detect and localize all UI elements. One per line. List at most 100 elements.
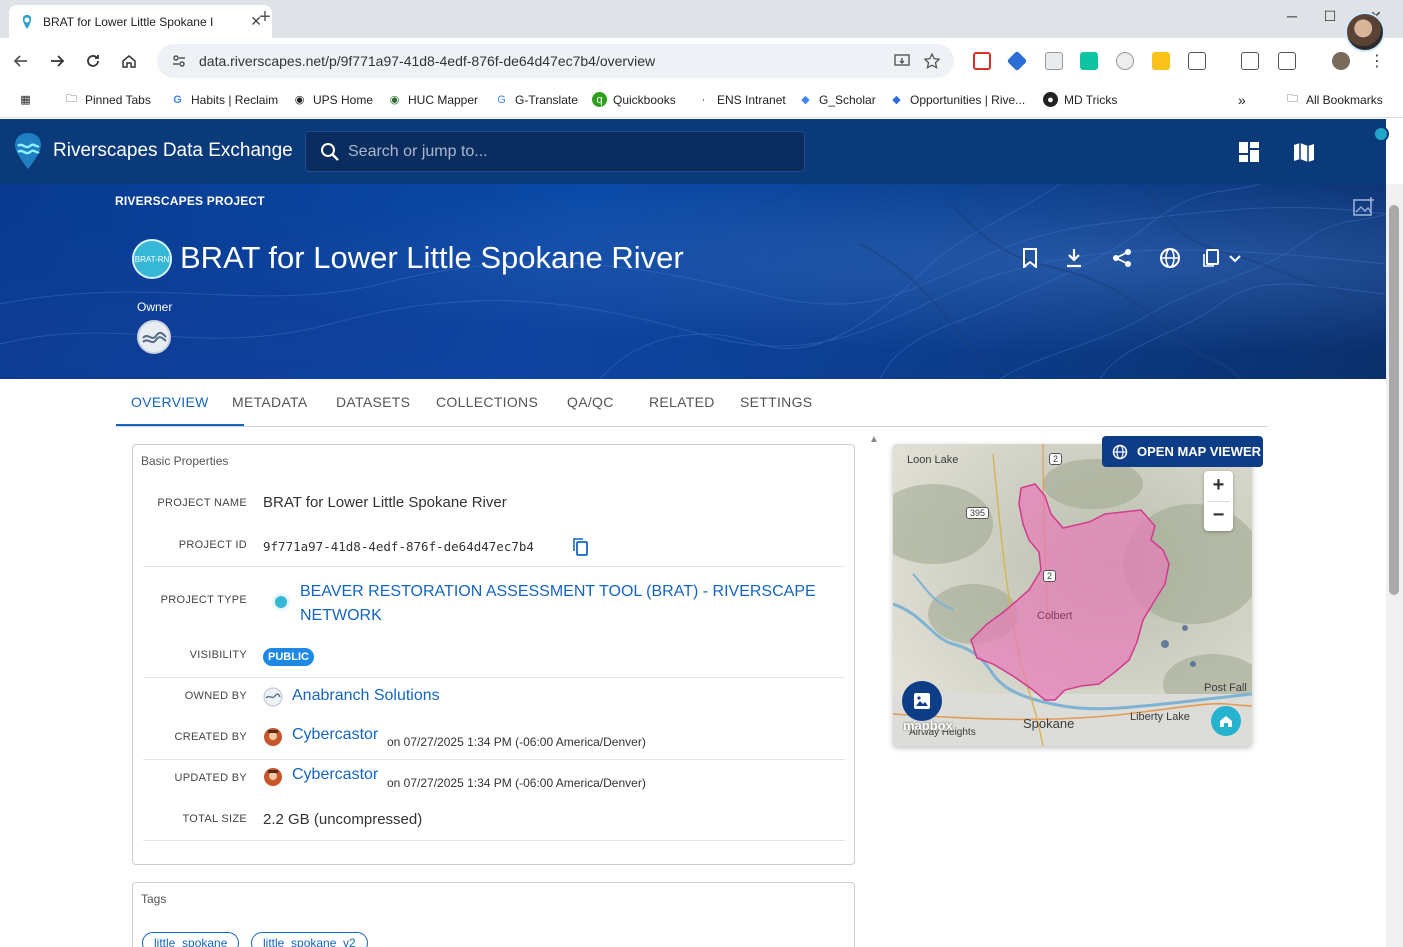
globe-icon: ◉ bbox=[294, 94, 305, 106]
project-map[interactable]: Loon Lake Colbert Spokane Liberty Lake P… bbox=[893, 444, 1252, 746]
created-timestamp: on 07/27/2025 1:34 PM (-06:00 America/De… bbox=[387, 735, 646, 749]
tag-chip[interactable]: little_spokane_v2 bbox=[251, 932, 368, 947]
home-icon[interactable] bbox=[118, 50, 140, 72]
collapse-caret-icon[interactable]: ▲ bbox=[869, 434, 879, 445]
user-avatar[interactable] bbox=[1345, 12, 1385, 52]
tab-overview[interactable]: OVERVIEW bbox=[131, 394, 209, 410]
bookmark-item[interactable]: ◆ Opportunities | Rive... bbox=[889, 92, 1025, 107]
divider bbox=[143, 677, 845, 678]
address-bar[interactable]: data.riverscapes.net/p/9f771a97-41d8-4ed… bbox=[157, 44, 954, 78]
owned-by-label: OWNED BY bbox=[184, 690, 247, 702]
folder-icon: 🗀 bbox=[66, 93, 77, 105]
bookmark-item[interactable]: G G-Translate bbox=[494, 92, 578, 107]
project-hero: RIVERSCAPES PROJECT BRAT-RN BRAT for Low… bbox=[0, 184, 1386, 379]
created-by-label: CREATED BY bbox=[174, 731, 247, 743]
search-input[interactable]: Search or jump to... bbox=[305, 131, 805, 172]
zoom-out-button[interactable]: − bbox=[1204, 501, 1233, 531]
bookmark-item[interactable]: ● MD Tricks bbox=[1043, 92, 1117, 107]
owner-avatar[interactable] bbox=[137, 320, 171, 354]
project-id-label: PROJECT ID bbox=[178, 539, 247, 551]
active-tab-indicator bbox=[116, 424, 244, 426]
bookmark-item[interactable]: q Quickbooks bbox=[592, 92, 676, 107]
install-app-icon[interactable] bbox=[892, 51, 912, 71]
document-extension-icon[interactable] bbox=[1045, 52, 1063, 70]
tab-metadata[interactable]: METADATA bbox=[232, 394, 308, 410]
jm-extension-icon[interactable] bbox=[1116, 52, 1134, 70]
anabranch-avatar-icon bbox=[263, 687, 283, 707]
anabranch-logo-icon bbox=[142, 331, 167, 344]
tab-search-icon[interactable] bbox=[1278, 52, 1296, 70]
project-type-link[interactable]: BEAVER RESTORATION ASSESSMENT TOOL (BRAT… bbox=[300, 580, 816, 628]
tab-collections[interactable]: COLLECTIONS bbox=[436, 394, 538, 410]
dot-icon: · bbox=[701, 93, 706, 106]
home-icon bbox=[1220, 716, 1232, 727]
bookmark-star-icon[interactable] bbox=[922, 51, 942, 71]
project-name-label: PROJECT NAME bbox=[157, 497, 247, 509]
map-home-button[interactable] bbox=[1211, 706, 1241, 736]
globe-icon bbox=[1112, 444, 1128, 459]
dashboard-icon[interactable] bbox=[1238, 141, 1260, 163]
tag-chip[interactable]: little_spokane bbox=[142, 932, 240, 947]
site-info-icon[interactable] bbox=[169, 51, 189, 71]
globe-icon[interactable] bbox=[1158, 246, 1182, 270]
riverscapes-extension-icon[interactable] bbox=[1006, 50, 1028, 72]
updated-by-link[interactable]: Cybercastor bbox=[292, 766, 378, 784]
share-icon[interactable] bbox=[1110, 246, 1134, 270]
total-size-label: TOTAL SIZE bbox=[182, 813, 247, 825]
browser-tab[interactable]: BRAT for Lower Little Spokane I ✕ bbox=[9, 5, 272, 38]
browser-tab-title: BRAT for Lower Little Spokane I bbox=[43, 14, 214, 29]
bookmark-item[interactable]: ◆ G_Scholar bbox=[798, 92, 875, 107]
all-bookmarks[interactable]: 🗀 All Bookmarks bbox=[1285, 92, 1383, 107]
tab-datasets[interactable]: DATASETS bbox=[336, 394, 410, 410]
zoom-in-button[interactable]: + bbox=[1204, 471, 1233, 501]
teal-extension-icon[interactable] bbox=[1080, 52, 1098, 70]
created-by-link[interactable]: Cybercastor bbox=[292, 726, 378, 744]
owner-link[interactable]: Anabranch Solutions bbox=[292, 687, 440, 705]
gmail-extension-icon[interactable] bbox=[973, 52, 991, 70]
keep-extension-icon[interactable] bbox=[1152, 52, 1170, 70]
tab-settings[interactable]: SETTINGS bbox=[740, 394, 812, 410]
image-icon bbox=[914, 693, 930, 709]
route-shield-2: 2 bbox=[1049, 453, 1063, 465]
back-icon[interactable] bbox=[10, 50, 32, 72]
project-type-label: PROJECT TYPE bbox=[160, 594, 247, 606]
download-icon[interactable] bbox=[1062, 246, 1086, 270]
puzzle-extensions-icon[interactable] bbox=[1188, 52, 1206, 70]
url-text: data.riverscapes.net/p/9f771a97-41d8-4ed… bbox=[199, 53, 656, 69]
bookmarks-overflow-icon[interactable]: » bbox=[1238, 92, 1246, 108]
profile-avatar-icon[interactable] bbox=[1332, 52, 1350, 70]
add-photo-icon[interactable] bbox=[1353, 196, 1375, 218]
bookmark-icon[interactable] bbox=[1018, 246, 1042, 270]
topographic-background bbox=[0, 184, 1386, 379]
reading-list-icon[interactable] bbox=[1241, 52, 1259, 70]
bookmark-item[interactable]: ◉ HUC Mapper bbox=[387, 92, 478, 107]
reload-icon[interactable] bbox=[82, 50, 104, 72]
cybercastor-avatar-icon bbox=[264, 728, 282, 746]
app-title[interactable]: Riverscapes Data Exchange bbox=[53, 140, 293, 162]
copy-icon[interactable] bbox=[572, 538, 590, 556]
bookmark-item[interactable]: 🗀 Pinned Tabs bbox=[64, 92, 151, 107]
maximize-icon[interactable]: ☐ bbox=[1320, 8, 1340, 25]
visibility-label: VISIBILITY bbox=[189, 649, 247, 661]
owner-label: Owner bbox=[137, 300, 173, 314]
map-icon[interactable] bbox=[1293, 141, 1315, 163]
bookmark-item[interactable]: G Habits | Reclaim bbox=[170, 92, 278, 107]
forward-icon[interactable] bbox=[46, 50, 68, 72]
riverscapes-favicon-icon bbox=[22, 14, 32, 29]
riverscapes-logo-icon[interactable] bbox=[12, 132, 44, 170]
bookmark-item[interactable]: · ENS Intranet bbox=[696, 92, 786, 107]
apps-grid-icon[interactable]: ▦ bbox=[18, 92, 33, 107]
open-map-viewer-button[interactable]: OPEN MAP VIEWER bbox=[1102, 436, 1263, 467]
mapbox-attribution[interactable]: mapbox bbox=[903, 718, 953, 733]
google-icon: G bbox=[173, 93, 182, 106]
minimize-icon[interactable]: ─ bbox=[1282, 8, 1302, 24]
map-image-button[interactable] bbox=[902, 681, 942, 721]
copy-menu-icon[interactable] bbox=[1200, 246, 1244, 270]
tab-related[interactable]: RELATED bbox=[649, 394, 715, 410]
browser-menu-icon[interactable]: ⋮ bbox=[1366, 50, 1388, 72]
tab-qa-qc[interactable]: QA/QC bbox=[567, 394, 614, 410]
bookmark-item[interactable]: ◉ UPS Home bbox=[292, 92, 373, 107]
scrollbar-thumb[interactable] bbox=[1389, 205, 1399, 595]
new-tab-button[interactable]: + bbox=[255, 6, 275, 29]
search-icon bbox=[321, 142, 339, 161]
